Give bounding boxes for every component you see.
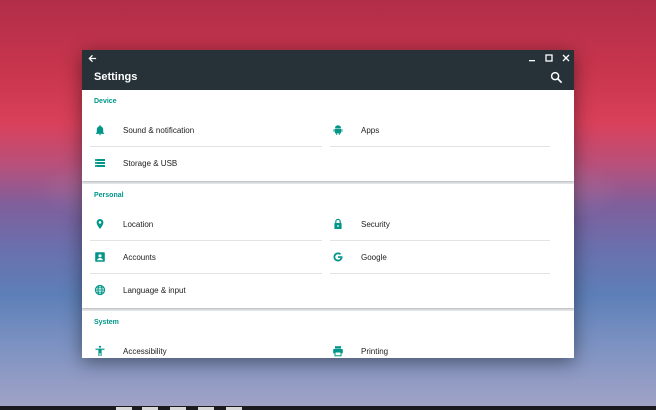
settings-item-sound-notification[interactable]: Sound & notification <box>82 114 322 147</box>
item-label: Printing <box>361 347 389 356</box>
settings-item-printing[interactable]: Printing <box>322 335 562 358</box>
section-header-label: System <box>94 319 119 326</box>
search-icon[interactable] <box>550 71 564 85</box>
item-label: Accessibility <box>123 347 167 356</box>
settings-item-language-input[interactable]: Language & input <box>82 274 322 307</box>
settings-item-security[interactable]: Security <box>322 208 562 241</box>
item-label: Google <box>361 253 387 262</box>
section-header: System <box>82 311 574 335</box>
printer-icon <box>332 345 344 357</box>
settings-item-apps[interactable]: Apps <box>322 114 562 147</box>
section-header: Device <box>82 90 574 114</box>
accessibility-icon <box>94 345 106 357</box>
settings-item-storage-usb[interactable]: Storage & USB <box>82 147 322 180</box>
storage-icon <box>94 157 106 169</box>
back-arrow-icon[interactable] <box>84 50 100 66</box>
android-icon <box>332 124 344 136</box>
section-header-label: Personal <box>94 192 124 199</box>
location-pin-icon <box>94 218 106 230</box>
settings-item-accessibility[interactable]: Accessibility <box>82 335 322 358</box>
item-label: Accounts <box>123 253 156 262</box>
settings-window: Settings Device Sound & notification App… <box>82 50 574 358</box>
divider <box>330 273 550 274</box>
bell-icon <box>94 124 106 136</box>
settings-list[interactable]: Device Sound & notification Apps Storage… <box>82 90 574 358</box>
section-system: System Accessibility Printing <box>82 311 574 358</box>
item-label: Sound & notification <box>123 126 195 135</box>
item-label: Location <box>123 220 154 229</box>
app-toolbar: Settings <box>82 66 574 90</box>
item-label: Apps <box>361 126 380 135</box>
minimize-button[interactable] <box>524 50 540 66</box>
page-title: Settings <box>94 71 138 83</box>
divider <box>330 146 550 147</box>
window-titlebar <box>82 50 574 66</box>
close-button[interactable] <box>558 50 574 66</box>
maximize-button[interactable] <box>541 50 557 66</box>
section-personal: Personal Location Security Accounts Goog… <box>82 184 574 308</box>
globe-icon <box>94 284 106 296</box>
account-box-icon <box>94 251 106 263</box>
item-label: Security <box>361 220 390 229</box>
section-device: Device Sound & notification Apps Storage… <box>82 90 574 181</box>
settings-item-google[interactable]: Google <box>322 241 562 274</box>
section-header-label: Device <box>94 98 117 105</box>
settings-item-accounts[interactable]: Accounts <box>82 241 322 274</box>
settings-item-location[interactable]: Location <box>82 208 322 241</box>
lock-icon <box>332 218 344 230</box>
system-shelf <box>0 406 656 410</box>
section-header: Personal <box>82 184 574 208</box>
item-label: Storage & USB <box>123 159 178 168</box>
item-label: Language & input <box>123 286 186 295</box>
google-icon <box>332 251 344 263</box>
